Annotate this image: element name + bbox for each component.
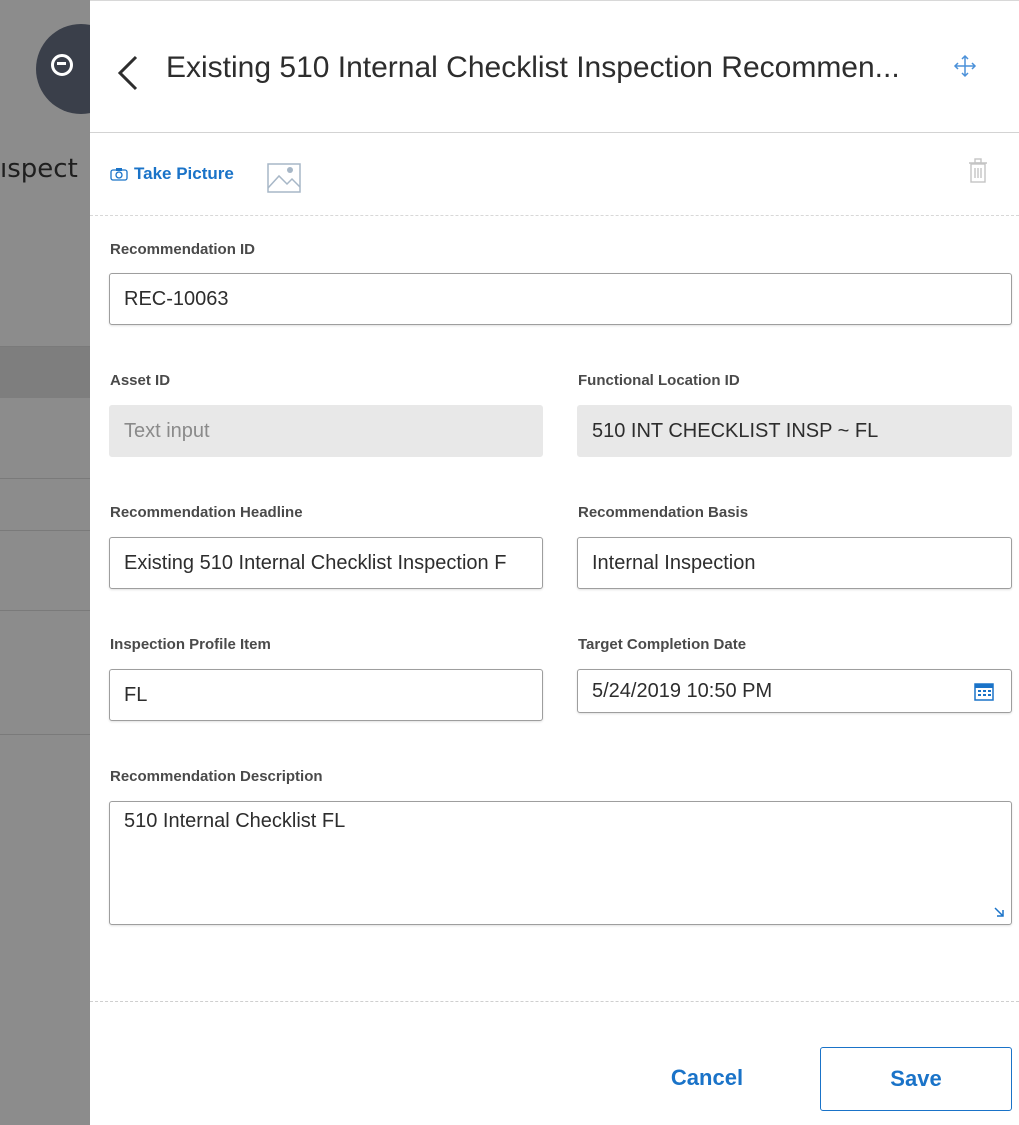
panel-toolbar: Take Picture: [90, 134, 1019, 216]
target-completion-date-input[interactable]: 5/24/2019 10:50 PM: [577, 669, 1012, 713]
recommendation-headline-input[interactable]: Existing 510 Internal Checklist Inspecti…: [109, 537, 543, 589]
footer-divider: [90, 1001, 1019, 1002]
trash-icon[interactable]: [968, 158, 988, 184]
background-row: [0, 530, 90, 610]
recommendation-panel: Existing 510 Internal Checklist Inspecti…: [90, 0, 1019, 1125]
background-app: ıspect: [0, 0, 126, 1125]
recommendation-description-textarea[interactable]: 510 Internal Checklist FL: [109, 801, 1012, 925]
resize-handle-icon[interactable]: [993, 906, 1005, 918]
asset-id-label: Asset ID: [110, 372, 171, 389]
recommendation-id-input[interactable]: REC-10063: [109, 273, 1012, 325]
functional-location-id-label: Functional Location ID: [578, 372, 740, 389]
page-title: Existing 510 Internal Checklist Inspecti…: [166, 51, 900, 84]
inspection-profile-item-label: Inspection Profile Item: [110, 636, 271, 653]
recommendation-id-label: Recommendation ID: [110, 241, 256, 258]
cancel-button[interactable]: Cancel: [632, 1047, 782, 1109]
take-picture-label: Take Picture: [134, 164, 234, 183]
background-row: [0, 610, 90, 734]
save-button[interactable]: Save: [820, 1047, 1012, 1111]
target-completion-date-label: Target Completion Date: [578, 636, 747, 653]
recommendation-basis-label: Recommendation Basis: [578, 504, 749, 521]
functional-location-id-input: 510 INT CHECKLIST INSP ~ FL: [577, 405, 1012, 457]
camera-icon: [110, 168, 128, 181]
image-icon[interactable]: [266, 160, 302, 196]
recommendation-description-value: 510 Internal Checklist FL: [124, 810, 346, 832]
background-row-selected: [0, 346, 90, 398]
calendar-icon[interactable]: [973, 680, 995, 702]
take-picture-button[interactable]: Take Picture: [110, 164, 234, 184]
back-chevron-icon[interactable]: [114, 53, 142, 93]
asset-id-input: Text input: [109, 405, 543, 457]
recommendation-headline-label: Recommendation Headline: [110, 504, 303, 521]
inspection-profile-item-input[interactable]: FL: [109, 669, 543, 721]
move-arrows-icon[interactable]: [952, 53, 978, 79]
background-row: [0, 734, 90, 735]
panel-header: Existing 510 Internal Checklist Inspecti…: [90, 1, 1019, 133]
background-row: [0, 478, 90, 530]
exit-icon: [51, 54, 73, 76]
recommendation-description-label: Recommendation Description: [110, 768, 323, 785]
recommendation-basis-input[interactable]: Internal Inspection: [577, 537, 1012, 589]
background-page-title: ıspect: [0, 154, 78, 184]
target-completion-date-value: 5/24/2019 10:50 PM: [592, 679, 773, 702]
